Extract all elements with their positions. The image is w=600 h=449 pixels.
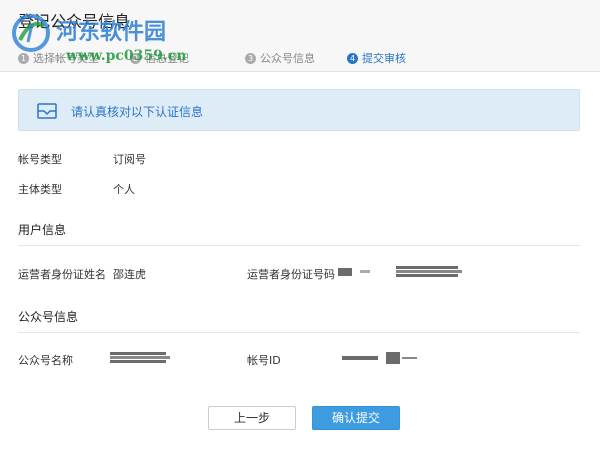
operator-name-label: 运营者身份证姓名 bbox=[18, 268, 106, 281]
operator-name-value: 邵连虎 bbox=[113, 268, 146, 281]
envelope-icon bbox=[37, 103, 57, 119]
step-4-label: 提交审核 bbox=[362, 52, 406, 65]
subject-type-value: 个人 bbox=[113, 183, 135, 196]
operator-id-label: 运营者身份证号码 bbox=[247, 268, 335, 281]
step-2-label: 信息登记 bbox=[145, 52, 189, 65]
verify-notice: 请认真核对以下认证信息 bbox=[18, 89, 580, 131]
confirm-submit-button[interactable]: 确认提交 bbox=[312, 406, 400, 430]
official-name-label: 公众号名称 bbox=[18, 354, 73, 367]
step-1-number: 1 bbox=[18, 52, 29, 64]
divider bbox=[18, 245, 580, 246]
account-type-value: 订阅号 bbox=[113, 153, 146, 166]
step-4-number: 4 bbox=[347, 52, 358, 64]
step-4-active: 4 提交审核 bbox=[347, 50, 406, 66]
notice-text: 请认真核对以下认证信息 bbox=[71, 105, 204, 119]
subject-type-label: 主体类型 bbox=[18, 183, 62, 196]
step-3-number: 3 bbox=[245, 52, 256, 64]
step-3-label: 公众号信息 bbox=[260, 52, 315, 65]
account-id-label: 帐号ID bbox=[247, 354, 281, 367]
divider bbox=[18, 332, 580, 333]
step-indicator: 1 选择帐号类型 2 信息登记 3 公众号信息 4 提交审核 bbox=[0, 50, 600, 66]
official-name-redacted bbox=[110, 352, 170, 364]
previous-step-button[interactable]: 上一步 bbox=[208, 406, 296, 430]
step-2: 2 信息登记 bbox=[130, 50, 189, 66]
step-1: 1 选择帐号类型 bbox=[18, 50, 99, 66]
user-info-heading: 用户信息 bbox=[18, 223, 67, 237]
step-1-label: 选择帐号类型 bbox=[33, 52, 99, 65]
page-title: 登记公众号信息 bbox=[18, 12, 131, 31]
step-2-number: 2 bbox=[130, 52, 141, 64]
operator-id-redacted bbox=[338, 266, 463, 278]
official-info-heading: 公众号信息 bbox=[18, 310, 79, 324]
account-id-redacted bbox=[342, 352, 417, 364]
header-bar: 登记公众号信息 1 选择帐号类型 2 信息登记 3 公众号信息 4 提交审核 河… bbox=[0, 0, 600, 72]
step-3: 3 公众号信息 bbox=[245, 50, 315, 66]
account-type-label: 帐号类型 bbox=[18, 153, 62, 166]
